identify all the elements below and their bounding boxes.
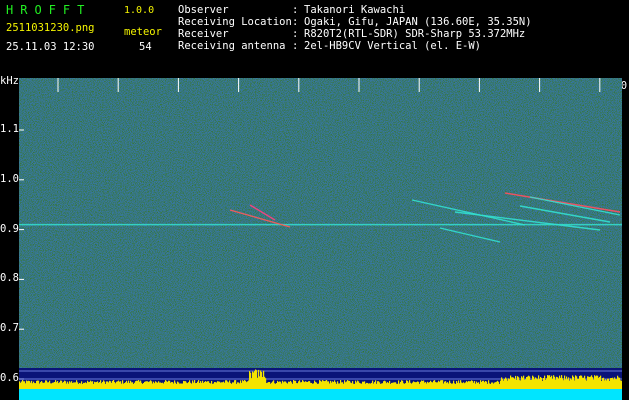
info-value: Ogaki, Gifu, JAPAN (136.60E, 35.35N) bbox=[304, 16, 532, 28]
y-tick-label: 0.8 bbox=[0, 272, 19, 285]
info-row: Receiver: R820T2(RTL-SDR) SDR-Sharp 53.37… bbox=[178, 28, 525, 40]
info-separator: : bbox=[292, 28, 299, 40]
level-baseline bbox=[19, 389, 622, 400]
image-filename: 2511031230.png bbox=[6, 22, 95, 34]
app-version: 1.0.0 bbox=[124, 5, 155, 16]
spectrogram bbox=[19, 78, 622, 400]
observation-datetime: 25.11.03 12:30 bbox=[6, 41, 95, 53]
info-label: Receiving antenna bbox=[178, 40, 286, 52]
y-tick-label: 0.6 bbox=[0, 372, 19, 384]
level-bar bbox=[621, 380, 622, 389]
y-tick-label: 1.1 bbox=[0, 123, 19, 135]
info-row: Receiving antenna:2el-HB9CV Vertical (el… bbox=[178, 40, 481, 52]
info-separator: : bbox=[292, 40, 299, 52]
info-separator: : bbox=[292, 4, 299, 16]
meteor-label: meteor bbox=[124, 26, 162, 38]
y-tick-label: 1.0 bbox=[0, 172, 19, 185]
info-value: R820T2(RTL-SDR) SDR-Sharp 53.372MHz bbox=[304, 28, 526, 40]
y-tick-label: 0.7 bbox=[0, 322, 19, 335]
y-tick-label: 0.9 bbox=[0, 222, 19, 235]
frequency-axis: kHz 1.1 1.0 0.9 0.8 0.7 0.6 bbox=[0, 0, 19, 400]
spectrogram-noise bbox=[19, 78, 622, 368]
info-label: Observer bbox=[178, 4, 229, 16]
meteor-count: 54 bbox=[139, 41, 152, 53]
info-row: Observer: Takanori Kawachi bbox=[178, 4, 405, 16]
info-value: Takanori Kawachi bbox=[304, 4, 406, 16]
info-row: Receiving Location: Ogaki, Gifu, JAPAN (1… bbox=[178, 16, 532, 28]
info-value: 2el-HB9CV Vertical (el. E-W) bbox=[304, 40, 482, 52]
info-label: Receiver bbox=[178, 28, 229, 40]
y-axis-unit: kHz bbox=[0, 75, 19, 87]
info-separator: : bbox=[292, 16, 299, 28]
info-label: Receiving Location bbox=[178, 16, 292, 28]
